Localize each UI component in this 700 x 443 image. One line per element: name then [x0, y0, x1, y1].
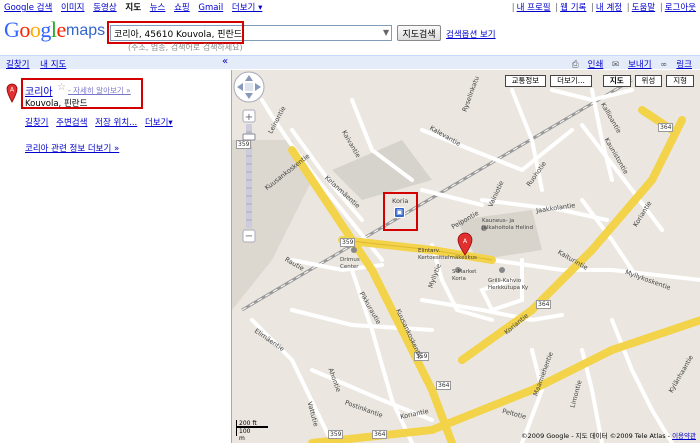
scale-feet: 200 ft [236, 420, 268, 428]
satellite-view-button[interactable]: 위성 [634, 75, 663, 87]
poi-icon [351, 247, 357, 253]
nav-images[interactable]: 이미지 [61, 3, 84, 13]
web-history-link[interactable]: 웹 기록 [560, 3, 586, 13]
poi-label: Grilli-Kahvio Herkkutupa Ky [488, 278, 529, 291]
nav-maps: 지도 [125, 3, 142, 13]
poi-label: S-Market Koria [452, 269, 477, 282]
account-links: | 내 프로필 | 웹 기록 | 내 계정 | 도움말 | 로그아웃 [511, 3, 696, 13]
results-panel: A 코리아 ☆ - 자세히 알아보기 » Kouvola, 핀란드 길찾기 주변… [0, 70, 231, 443]
directions-link[interactable]: 길찾기 [25, 118, 48, 128]
top-navigation-bar: Google 검색 이미지 동영상 지도 뉴스 쇼핑 Gmail 더보기 ▾ |… [0, 0, 700, 13]
poi-label: Kauneus- ja jalkahoitola Helind [482, 218, 533, 231]
more-layers-button[interactable]: 더보기... [550, 75, 592, 87]
minor-roads [250, 88, 700, 443]
road-shield: 364 [536, 300, 552, 309]
road-shield: 364 [658, 123, 674, 132]
svg-text:+: + [245, 112, 253, 123]
pan-zoom-control[interactable]: + − [232, 70, 266, 250]
pan-center-icon[interactable] [245, 83, 253, 91]
collapse-panel-button[interactable]: « [222, 56, 228, 67]
print-icon: ⎙ [571, 60, 579, 70]
map-type-controls: 교통정보 더보기... 지도 위성 지형 [504, 75, 694, 87]
related-info-link[interactable]: 코리아 관련 정보 더보기 » [25, 142, 119, 154]
search-hint: (주소, 업종, 검색어로 검색하세요) [128, 43, 243, 52]
copyright-text: ©2009 Google - 지도 데이터 ©2009 Tele Atlas - [521, 432, 673, 440]
poi-label: Drimus Center [340, 257, 360, 270]
toolbar: 길찾기 내 지도 « ⎙ 인쇄 ✉ 보내기 ∞ 링크 [0, 55, 700, 70]
my-account-link[interactable]: 내 계정 [596, 3, 622, 13]
map-scale: 200 ft 100 m [236, 420, 268, 442]
train-station-icon[interactable]: ▣ [394, 207, 405, 218]
result-actions: 길찾기 주변검색 저장 위치... 더보기▾ [25, 116, 178, 128]
scale-meters: 100 m [236, 428, 258, 442]
link-link[interactable]: 링크 [676, 60, 692, 70]
nav-more[interactable]: 더보기 ▾ [232, 3, 262, 13]
map-canvas[interactable]: A 교통정보 더보기... 지도 위성 지형 + − ▣ 359 359 359… [231, 70, 700, 443]
road-shield: 359 [236, 140, 252, 149]
terrain-view-button[interactable]: 지형 [666, 75, 694, 87]
search-highlight-box [107, 21, 244, 44]
poi-label: Elintarv. Kertoesittelmäkeskus [418, 248, 477, 261]
svg-text:−: − [245, 231, 253, 242]
logout-link[interactable]: 로그아웃 [665, 3, 696, 13]
map-view-button[interactable]: 지도 [602, 75, 631, 87]
link-icon: ∞ [660, 60, 668, 70]
nav-video[interactable]: 동영상 [93, 3, 116, 13]
result-highlight-box [21, 78, 143, 109]
road-shield: 359 [340, 238, 356, 247]
poi-icon [499, 267, 505, 273]
more-actions-link[interactable]: 더보기▾ [145, 118, 173, 128]
help-link[interactable]: 도움말 [632, 3, 655, 13]
nav-shopping[interactable]: 쇼핑 [174, 3, 190, 13]
search-options-link[interactable]: 검색옵션 보기 [446, 28, 496, 40]
email-icon: ✉ [611, 60, 620, 70]
search-maps-button[interactable]: 지도검색 [397, 25, 441, 41]
print-link[interactable]: 인쇄 [588, 60, 604, 70]
my-profile-link[interactable]: 내 프로필 [517, 3, 551, 13]
traffic-button[interactable]: 교통정보 [504, 75, 547, 87]
poi-label: Koria [392, 197, 409, 205]
maps-wordmark[interactable]: maps [66, 22, 105, 40]
save-to-link[interactable]: 저장 위치... [95, 118, 137, 128]
google-logo[interactable]: Google [4, 17, 66, 43]
search-history-dropdown-icon[interactable]: ▼ [383, 28, 389, 37]
terms-link[interactable]: 이용약관 [672, 432, 696, 440]
result-marker-a-icon[interactable]: A [6, 83, 18, 103]
road-shield: 359 [328, 430, 344, 439]
map-copyright: ©2009 Google - 지도 데이터 ©2009 Tele Atlas -… [521, 430, 696, 440]
nav-google-search[interactable]: Google 검색 [4, 3, 52, 13]
nav-gmail[interactable]: Gmail [198, 3, 223, 13]
road-shield: 364 [372, 430, 388, 439]
send-link[interactable]: 보내기 [628, 60, 651, 70]
tab-my-maps[interactable]: 내 지도 [40, 60, 66, 70]
road-shield: 364 [436, 381, 452, 390]
search-nearby-link[interactable]: 주변검색 [56, 118, 87, 128]
tab-directions[interactable]: 길찾기 [6, 60, 29, 70]
nav-news[interactable]: 뉴스 [150, 3, 166, 13]
product-links: Google 검색 이미지 동영상 지도 뉴스 쇼핑 Gmail 더보기 ▾ [4, 1, 268, 13]
